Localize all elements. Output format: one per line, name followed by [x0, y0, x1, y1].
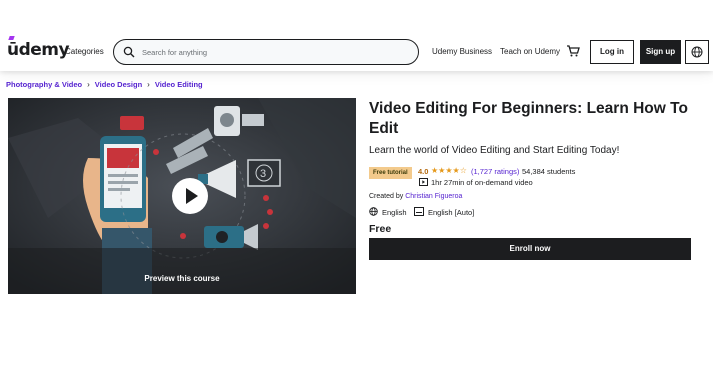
- created-by: Created by Christian Figueroa: [369, 193, 462, 200]
- chevron-right-icon: ›: [147, 80, 150, 89]
- course-language: English: [382, 208, 407, 217]
- rating-value: 4.0: [418, 167, 429, 176]
- free-tutorial-badge: Free tutorial: [369, 167, 412, 179]
- play-icon[interactable]: [172, 178, 208, 214]
- udemy-logo[interactable]: ūdemy: [7, 40, 70, 60]
- instructor-link[interactable]: Christian Figueroa: [405, 193, 462, 200]
- preview-label[interactable]: Preview this course: [8, 274, 356, 283]
- login-button[interactable]: Log in: [590, 40, 634, 64]
- cart-icon[interactable]: [566, 44, 580, 58]
- course-subtitle: Learn the world of Video Editing and Sta…: [369, 145, 620, 156]
- search-bar[interactable]: [113, 39, 419, 65]
- caption-language: English [Auto]: [428, 208, 475, 217]
- enroll-now-button[interactable]: Enroll now: [369, 238, 691, 260]
- breadcrumb-item[interactable]: Video Design: [95, 80, 142, 89]
- teach-on-udemy-link[interactable]: Teach on Udemy: [500, 47, 560, 56]
- search-input[interactable]: [142, 46, 402, 58]
- udemy-business-link[interactable]: Udemy Business: [432, 47, 492, 56]
- top-navbar: ūdemy Categories Udemy Business Teach on…: [0, 0, 713, 71]
- globe-icon: [691, 46, 703, 58]
- course-preview[interactable]: 3 Preview this course: [8, 98, 356, 294]
- globe-icon: [369, 207, 378, 216]
- video-duration: 1hr 27min of on-demand video: [431, 178, 533, 187]
- signup-button[interactable]: Sign up: [640, 40, 681, 64]
- search-icon[interactable]: [123, 46, 135, 58]
- ratings-count-link[interactable]: (1,727 ratings): [471, 167, 519, 176]
- course-price: Free: [369, 223, 392, 235]
- language-button[interactable]: [685, 40, 709, 64]
- star-rating-icon: ★★★★☆: [431, 166, 467, 175]
- created-by-label: Created by: [369, 193, 404, 200]
- svg-text:3: 3: [260, 168, 266, 180]
- closed-captions-icon: [414, 207, 424, 216]
- categories-menu[interactable]: Categories: [65, 47, 104, 56]
- chevron-right-icon: ›: [87, 80, 90, 89]
- student-count: 54,384 students: [522, 167, 576, 176]
- breadcrumb-item[interactable]: Video Editing: [155, 80, 203, 89]
- breadcrumb-item[interactable]: Photography & Video: [6, 80, 82, 89]
- course-title: Video Editing For Beginners: Learn How T…: [369, 100, 688, 137]
- video-icon: [419, 178, 428, 186]
- breadcrumb: Photography & Video › Video Design › Vid…: [6, 80, 203, 89]
